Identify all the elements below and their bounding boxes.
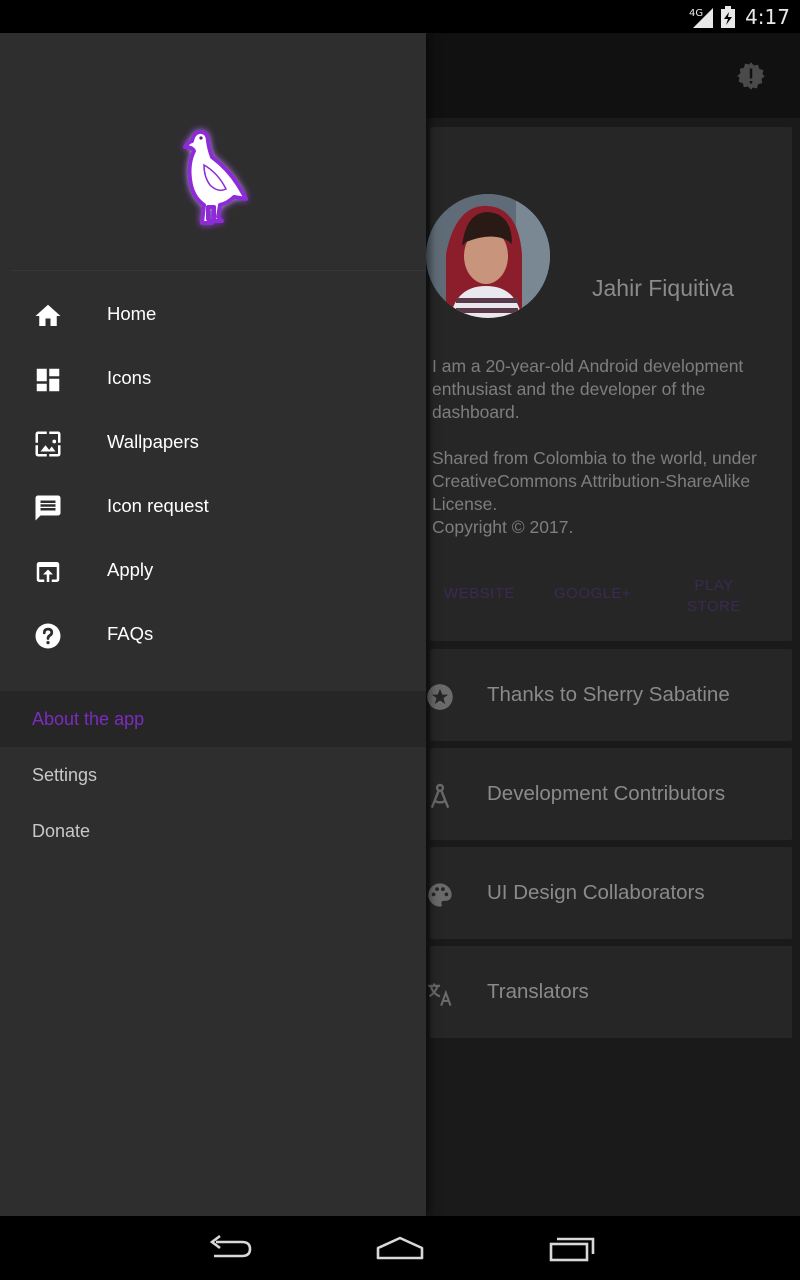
credits-row[interactable]: Translators bbox=[428, 946, 792, 1038]
website-link[interactable]: WEBSITE bbox=[444, 585, 515, 602]
wallpaper-icon bbox=[35, 431, 61, 457]
nav-item-icons[interactable]: Icons bbox=[0, 347, 426, 411]
nav-item-icon-request[interactable]: Icon request bbox=[0, 475, 426, 539]
nav-item-label: Apply bbox=[107, 559, 154, 580]
profile-links: WEBSITE GOOGLE+ PLAY STORE bbox=[430, 567, 792, 617]
divider bbox=[10, 270, 426, 271]
nav-item-label: Icons bbox=[107, 367, 152, 388]
bio-paragraph: Copyright © 2017. bbox=[432, 517, 574, 537]
network-type: 4G bbox=[689, 8, 703, 19]
nav-item-label: FAQs bbox=[107, 623, 154, 644]
compass-icon bbox=[430, 783, 450, 809]
battery-icon bbox=[721, 5, 736, 28]
help-icon bbox=[35, 623, 61, 649]
nav-item-label: About the app bbox=[32, 709, 145, 729]
nav-item-about[interactable]: About the app bbox=[0, 691, 426, 747]
profile-card: Jahir Fiquitiva I am a 20-year-old Andro… bbox=[426, 127, 792, 641]
nav-item-label: Donate bbox=[32, 821, 91, 841]
nav-item-faqs[interactable]: FAQs bbox=[0, 603, 426, 667]
nav-item-home[interactable]: Home bbox=[0, 283, 426, 347]
nav-item-label: Settings bbox=[32, 765, 98, 785]
nav-item-label: Home bbox=[107, 303, 157, 324]
screen: 4G 4:17 Jahir Fiquitiva I am a 20-year-o… bbox=[0, 0, 800, 1280]
open-in-browser-icon bbox=[36, 562, 60, 582]
nav-item-settings[interactable]: Settings bbox=[0, 747, 426, 803]
credits-row[interactable]: Development Contributors bbox=[430, 748, 792, 840]
credits-row[interactable]: Thanks to Sherry Sabatine bbox=[427, 649, 792, 741]
nav-item-label: Icon request bbox=[107, 495, 209, 516]
nav-item-apply[interactable]: Apply bbox=[0, 539, 426, 603]
nav-item-wallpapers[interactable]: Wallpapers bbox=[0, 411, 426, 475]
row-label: Development Contributors bbox=[487, 782, 726, 805]
navigation-drawer: Home Icons Wallpapers Icon request Apply bbox=[0, 33, 426, 1216]
signal-icon: 4G bbox=[689, 7, 714, 28]
nav-item-label: Wallpapers bbox=[107, 431, 199, 452]
credits-row[interactable]: UI Design Collaborators bbox=[428, 847, 792, 939]
status-bar: 4G 4:17 bbox=[0, 0, 800, 33]
system-nav-bar bbox=[0, 1216, 800, 1280]
home-nav-icon[interactable] bbox=[375, 1234, 425, 1262]
alert-settings-icon[interactable] bbox=[736, 61, 766, 91]
recents-icon[interactable] bbox=[548, 1234, 596, 1262]
row-label: Translators bbox=[487, 980, 589, 1003]
clock: 4:17 bbox=[745, 4, 790, 29]
nav-item-donate[interactable]: Donate bbox=[0, 803, 426, 859]
message-icon bbox=[35, 495, 61, 521]
play-store-link[interactable]: PLAY STORE bbox=[682, 575, 746, 617]
bio-paragraph: Shared from Colombia to the world, under… bbox=[432, 448, 757, 514]
pigeon-logo bbox=[183, 129, 248, 225]
bio-paragraph: I am a 20-year-old Android development e… bbox=[432, 356, 744, 422]
row-label: Thanks to Sherry Sabatine bbox=[487, 683, 730, 706]
profile-bio: I am a 20-year-old Android development e… bbox=[432, 355, 788, 539]
row-label: UI Design Collaborators bbox=[487, 881, 705, 904]
home-icon bbox=[35, 304, 61, 326]
star-circle-icon bbox=[427, 684, 453, 710]
dashboard-icon bbox=[36, 368, 60, 392]
profile-name: Jahir Fiquitiva bbox=[592, 275, 734, 301]
palette-icon bbox=[428, 883, 452, 907]
drawer-header bbox=[0, 33, 426, 271]
back-icon[interactable] bbox=[206, 1234, 254, 1262]
google-plus-link[interactable]: GOOGLE+ bbox=[554, 585, 631, 602]
translate-icon bbox=[428, 983, 452, 1007]
avatar bbox=[426, 194, 550, 318]
